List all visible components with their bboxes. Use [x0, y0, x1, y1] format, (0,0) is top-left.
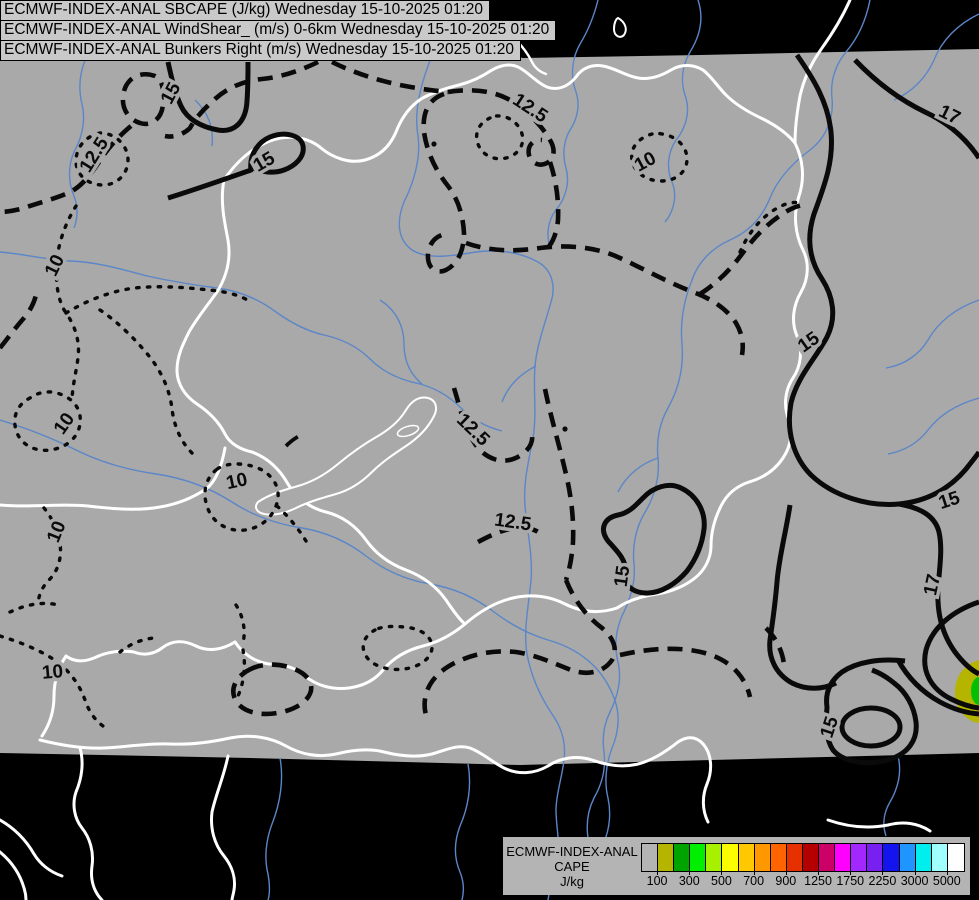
legend-tick-label: 5000 [931, 871, 963, 889]
legend-cell [738, 844, 755, 871]
legend-tick-label: 700 [738, 871, 770, 889]
legend-cell [706, 844, 723, 871]
legend-cell [770, 844, 787, 871]
contour-label: 17 [920, 572, 945, 597]
legend-tick-label: 900 [770, 871, 802, 889]
header-title-sbcape: ECMWF-INDEX-ANAL SBCAPE (J/kg) Wednesday… [0, 0, 490, 21]
legend-cell [754, 844, 771, 871]
legend-panel: ECMWF-INDEX-ANAL CAPE J/kg 100 300 500 700 9… [503, 837, 970, 895]
legend-title-line1: ECMWF-INDEX-ANAL [506, 843, 638, 859]
analysis-map: 151512.512.510101010101012.512.515171517… [0, 0, 979, 900]
weather-map-product: 15 15 12.5 12.5 10 10 10 10 10 10 12.5 12.5 15 17 15 17… [0, 0, 979, 900]
contour-label: 10 [224, 469, 249, 494]
header-title-bunkers: ECMWF-INDEX-ANAL Bunkers Right (m/s) Wed… [0, 40, 521, 61]
legend-tick-label: 3000 [899, 871, 931, 889]
legend-cell [786, 844, 803, 871]
legend-cell [642, 844, 659, 871]
legend-cell [931, 844, 948, 871]
legend-cell [899, 844, 916, 871]
legend-tick-labels: 100 300 500 700 900 1250 1750 2250 3000 5000 [641, 871, 963, 889]
legend-cell [722, 844, 739, 871]
legend-cell [867, 844, 884, 871]
legend-colorbar [641, 843, 965, 872]
contour-label: 15 [611, 564, 635, 588]
legend-tick-label: 100 [641, 871, 673, 889]
header-title-windshear: ECMWF-INDEX-ANAL WindShear_ (m/s) 0-6km … [0, 20, 557, 41]
legend-cell [883, 844, 900, 871]
legend-cell [690, 844, 707, 871]
legend-cell [851, 844, 868, 871]
legend-title-line2: CAPE [554, 858, 590, 874]
contour-label: 10 [41, 661, 64, 684]
legend-tick-label: 2250 [866, 871, 898, 889]
legend-cell [819, 844, 836, 871]
legend-cell [915, 844, 932, 871]
legend-tick-label: 300 [673, 871, 705, 889]
legend-cell [947, 844, 964, 871]
legend-cell [835, 844, 852, 871]
legend-tick-label: 1750 [834, 871, 866, 889]
legend-tick-label: 1250 [802, 871, 834, 889]
legend-title-line3: J/kg [560, 873, 584, 889]
legend-tick-label: 500 [705, 871, 737, 889]
legend-title: ECMWF-INDEX-ANAL CAPE J/kg [503, 844, 641, 889]
legend-cell [674, 844, 691, 871]
legend-color-scale: 100 300 500 700 900 1250 1750 2250 3000 5000 [641, 843, 965, 889]
legend-cell [802, 844, 820, 871]
legend-cell [658, 844, 675, 871]
